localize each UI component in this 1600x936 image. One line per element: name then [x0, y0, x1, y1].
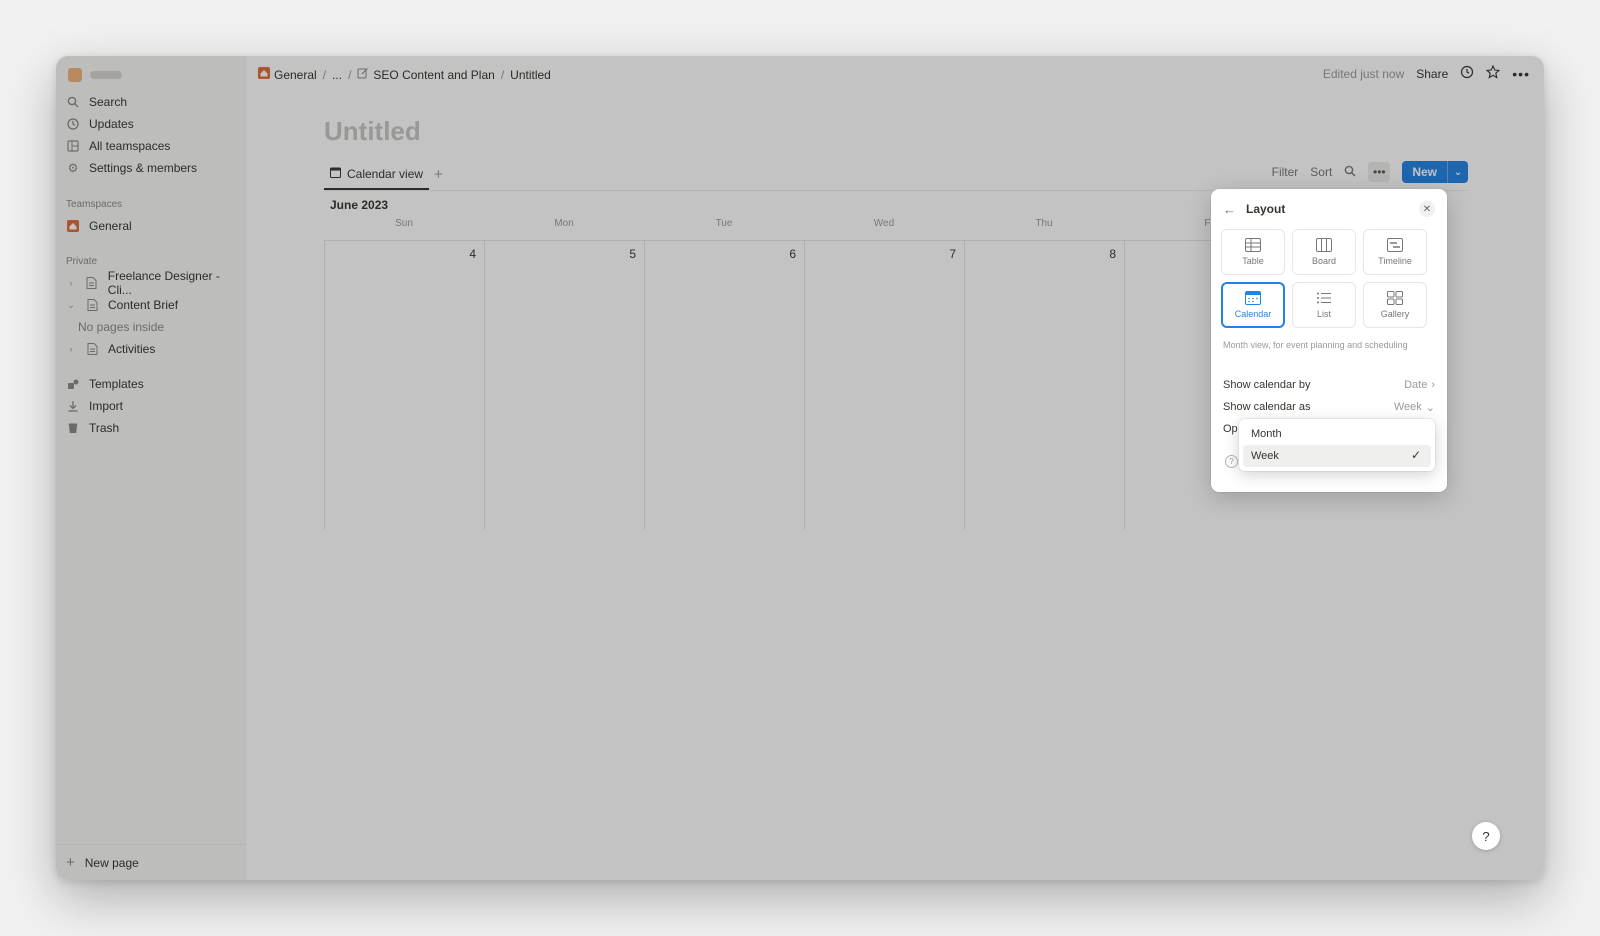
layout-option-list[interactable]: List: [1292, 282, 1356, 328]
options-row-label: Op: [1223, 423, 1238, 435]
close-icon[interactable]: ✕: [1419, 201, 1435, 217]
dropdown-option-month[interactable]: Month: [1243, 423, 1431, 445]
layout-title: Layout: [1246, 202, 1286, 216]
table-icon: [1245, 238, 1261, 252]
layout-option-label: Timeline: [1378, 256, 1412, 266]
help-circle-icon[interactable]: ?: [1225, 455, 1238, 468]
chevron-down-icon: ⌄: [1425, 401, 1435, 414]
dropdown-option-label: Month: [1251, 428, 1282, 440]
dropdown-option-week[interactable]: Week ✓: [1243, 445, 1431, 467]
layout-popover-header: ← Layout ✕: [1223, 199, 1435, 219]
board-icon: [1316, 238, 1332, 252]
back-arrow-icon[interactable]: ←: [1223, 202, 1236, 217]
layout-option-calendar[interactable]: Calendar: [1221, 282, 1285, 328]
show-calendar-as-value: Week: [1393, 401, 1422, 413]
layout-option-table[interactable]: Table: [1221, 229, 1285, 275]
show-calendar-by-value: Date: [1404, 379, 1428, 391]
layout-option-gallery[interactable]: Gallery: [1363, 282, 1427, 328]
layout-option-label: List: [1316, 309, 1331, 319]
show-calendar-by-label: Show calendar by: [1223, 379, 1311, 391]
layout-option-label: Gallery: [1380, 309, 1410, 319]
show-calendar-by-row[interactable]: Show calendar by Date ›: [1223, 376, 1435, 394]
show-calendar-as-row[interactable]: Show calendar as Week ⌄: [1223, 398, 1435, 416]
layout-options: Table Board Timeline Calendar List Galle…: [1221, 229, 1427, 328]
layout-option-label: Board: [1311, 256, 1337, 266]
layout-option-label: Table: [1242, 256, 1264, 266]
gallery-icon: [1387, 291, 1403, 305]
show-calendar-as-label: Show calendar as: [1223, 401, 1311, 413]
layout-option-board[interactable]: Board: [1292, 229, 1356, 275]
checkmark-icon: ✓: [1410, 448, 1421, 462]
help-button[interactable]: ?: [1472, 822, 1500, 850]
calendar-mode-dropdown: Month Week ✓: [1239, 419, 1435, 471]
calendar-icon: [1245, 291, 1261, 305]
timeline-icon: [1387, 238, 1403, 252]
layout-description: Month view, for event planning and sched…: [1223, 340, 1408, 350]
list-icon: [1317, 292, 1331, 304]
layout-option-label: Calendar: [1234, 309, 1272, 319]
dropdown-option-label: Week: [1251, 450, 1279, 462]
layout-option-timeline[interactable]: Timeline: [1363, 229, 1427, 275]
chevron-right-icon: ›: [1431, 379, 1435, 391]
